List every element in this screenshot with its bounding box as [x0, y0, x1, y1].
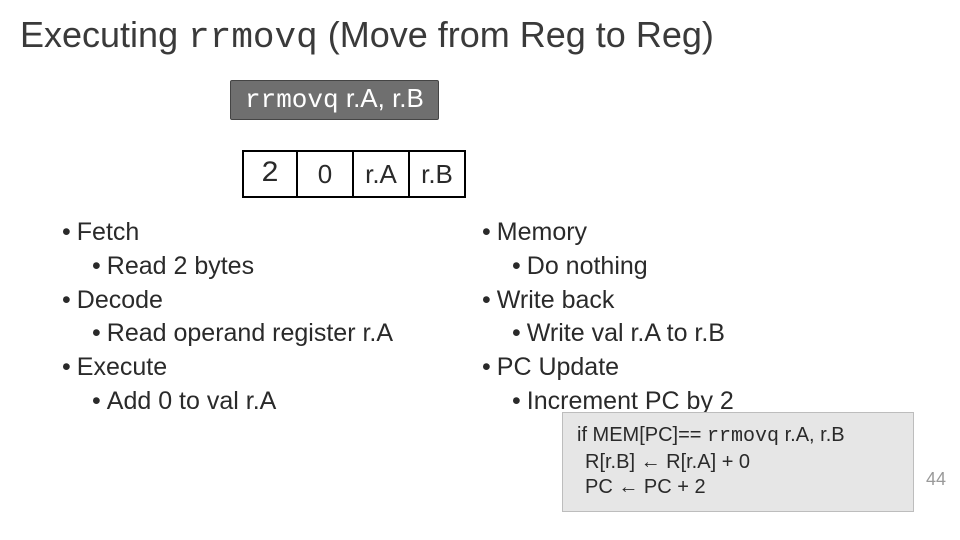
badge-code: rrmovq [245, 85, 339, 115]
stage-columns: Fetch Read 2 bytes Decode Read operand r… [62, 216, 920, 419]
title-post: (Move from Reg to Reg) [318, 14, 714, 55]
encoding-cell-2: r.A [354, 150, 410, 198]
stage-fetch-sub: Read 2 bytes [62, 250, 482, 284]
instruction-badge: rrmovq r.A, r.B [230, 80, 439, 120]
badge-args: r.A, r.B [339, 83, 424, 113]
stage-execute: Execute [62, 351, 482, 385]
pseudo-line-3: PC ← PC + 2 [577, 475, 899, 501]
stage-pcupdate: PC Update [482, 351, 862, 385]
title-code: rrmovq [188, 17, 318, 58]
stage-writeback-sub: Write val r.A to r.B [482, 317, 862, 351]
page-number: 44 [926, 469, 946, 490]
stage-writeback: Write back [482, 284, 862, 318]
pseudo-l1-code: rrmovq [707, 425, 779, 448]
slide-title: Executing rrmovq (Move from Reg to Reg) [20, 14, 714, 58]
pseudocode-box: if MEM[PC]== rrmovq r.A, r.B R[r.B] ← R[… [562, 412, 914, 512]
stage-decode: Decode [62, 284, 482, 318]
stage-decode-sub: Read operand register r.A [62, 317, 482, 351]
slide: { "title": { "pre": "Executing ", "code"… [0, 0, 960, 540]
encoding-cell-3: r.B [410, 150, 466, 198]
stage-memory-sub: Do nothing [482, 250, 862, 284]
pseudo-l1-post: r.A, r.B [779, 424, 845, 446]
stages-right: Memory Do nothing Write back Write val r… [482, 216, 862, 419]
stage-execute-sub: Add 0 to val r.A [62, 385, 482, 419]
stages-left: Fetch Read 2 bytes Decode Read operand r… [62, 216, 482, 419]
encoding-cell-0: 2 [242, 150, 298, 198]
encoding-cell-1: 0 [298, 150, 354, 198]
encoding-row: 2 0 r.A r.B [242, 150, 466, 198]
pseudo-line-2: R[r.B] ← R[r.A] + 0 [577, 450, 899, 476]
title-pre: Executing [20, 14, 188, 55]
pseudo-l1-pre: if MEM[PC]== [577, 424, 707, 446]
stage-memory: Memory [482, 216, 862, 250]
stage-fetch: Fetch [62, 216, 482, 250]
pseudo-line-1: if MEM[PC]== rrmovq r.A, r.B [577, 423, 899, 450]
